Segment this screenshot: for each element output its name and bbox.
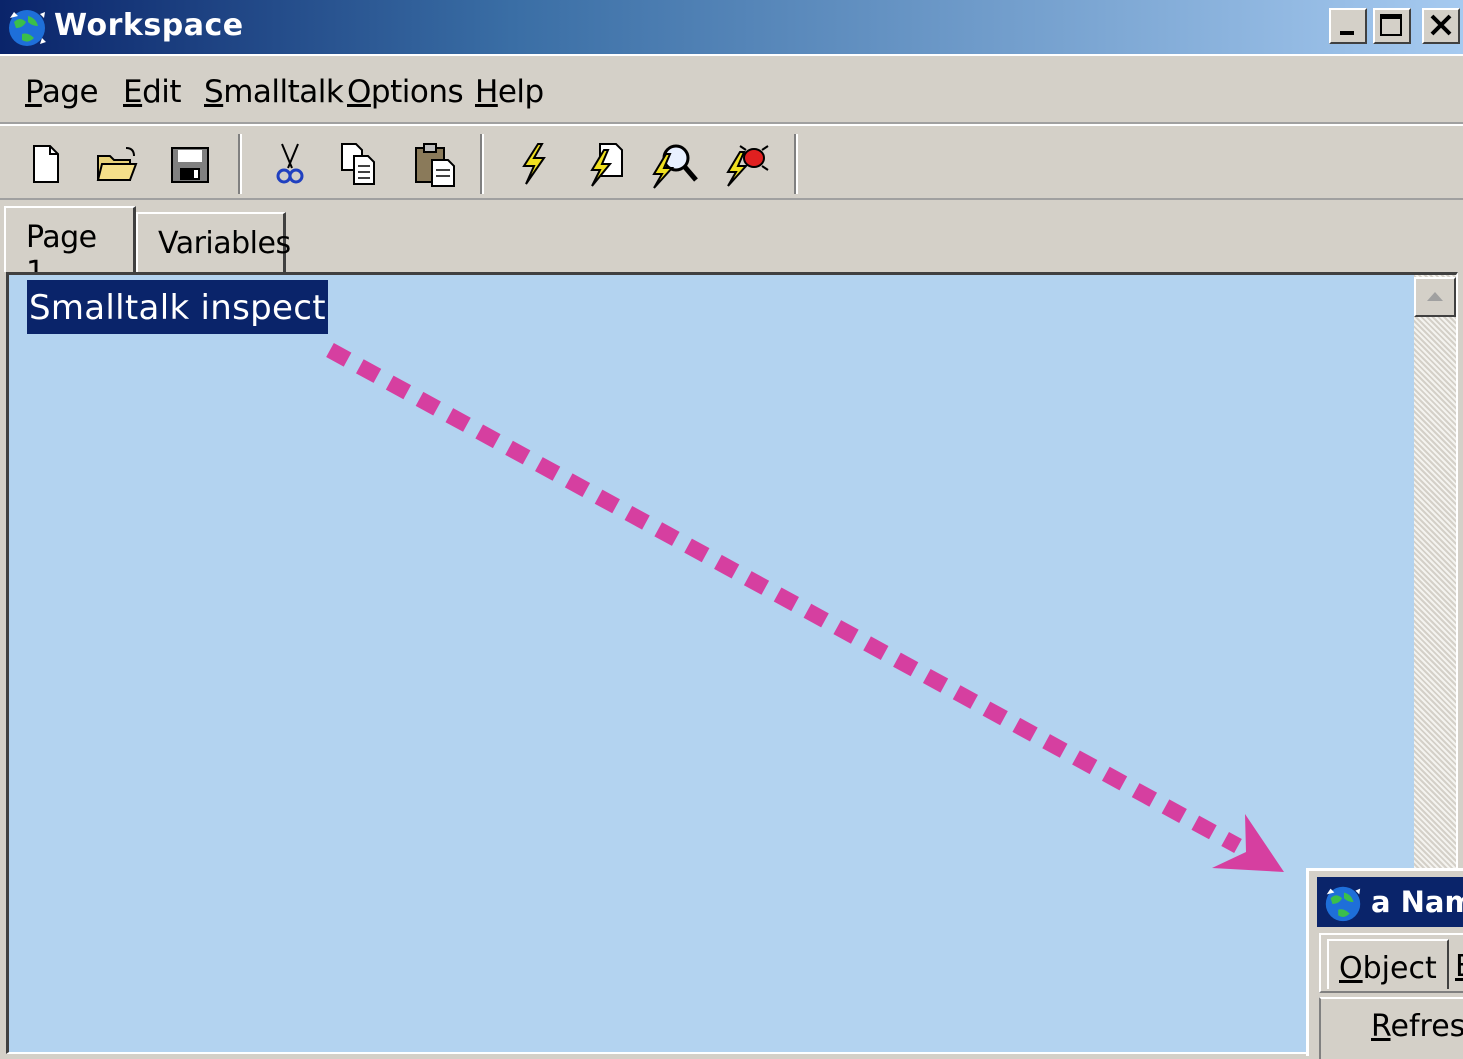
- cut-icon: [276, 143, 304, 184]
- minimize-icon: [1340, 31, 1354, 35]
- save-icon: [171, 147, 209, 183]
- tab-strip: Page 1 Variables: [0, 200, 1463, 290]
- toolbar-separator: [794, 134, 798, 194]
- save-button[interactable]: [164, 138, 216, 190]
- new-file-icon: [33, 145, 59, 183]
- open-folder-icon: [96, 147, 138, 181]
- menu-help[interactable]: Help: [475, 74, 544, 110]
- inspector-title-bar[interactable]: a Name: [1317, 877, 1463, 927]
- scroll-up-button[interactable]: [1414, 277, 1456, 317]
- title-bar[interactable]: Workspace: [0, 0, 1463, 54]
- paste-button[interactable]: [408, 138, 460, 190]
- toolbar-separator: [480, 134, 484, 194]
- menu-next[interactable]: E: [1455, 949, 1463, 984]
- smalltalk-globe-icon: [1325, 886, 1361, 922]
- inspector-window[interactable]: a Name Object E Refresh: [1306, 868, 1463, 1059]
- workspace-editor[interactable]: Smalltalk inspect: [6, 272, 1458, 1054]
- menu-object[interactable]: Object: [1327, 939, 1449, 989]
- debug-it-button[interactable]: [720, 138, 772, 190]
- minimize-button[interactable]: [1329, 8, 1367, 44]
- paste-icon: [415, 143, 455, 187]
- menu-page[interactable]: Page: [25, 74, 99, 110]
- copy-button[interactable]: [334, 138, 386, 190]
- toolbar-separator: [238, 134, 242, 194]
- inspector-toolbar: Refresh: [1319, 997, 1463, 1059]
- tab-variables[interactable]: Variables: [136, 212, 291, 272]
- up-arrow-icon: [1427, 292, 1443, 301]
- refresh-button[interactable]: Refresh: [1371, 1009, 1463, 1044]
- menu-bar: Page Edit Smalltalk Options Help: [0, 54, 1463, 124]
- maximize-icon: [1380, 14, 1402, 36]
- debug-it-icon: [726, 145, 769, 187]
- selected-code-text[interactable]: Smalltalk inspect: [27, 280, 328, 334]
- evaluate-icon: [522, 143, 546, 185]
- menu-smalltalk[interactable]: Smalltalk: [204, 74, 344, 110]
- inspector-title: a Name: [1371, 885, 1463, 919]
- menu-edit[interactable]: Edit: [123, 74, 182, 110]
- toolbar: [0, 124, 1463, 200]
- display-it-icon: [590, 143, 623, 187]
- maximize-button[interactable]: [1373, 8, 1411, 44]
- tab-page-1[interactable]: Page 1: [4, 206, 136, 290]
- new-button[interactable]: [20, 138, 72, 190]
- inspect-it-button[interactable]: [648, 138, 700, 190]
- open-button[interactable]: [92, 138, 144, 190]
- cut-button[interactable]: [264, 138, 316, 190]
- copy-icon: [341, 143, 375, 185]
- close-button[interactable]: [1422, 8, 1460, 44]
- inspect-it-icon: [652, 144, 698, 189]
- smalltalk-globe-icon: [9, 10, 46, 46]
- inspector-menu-bar: Object E: [1319, 933, 1463, 993]
- display-it-button[interactable]: [578, 138, 630, 190]
- window-title: Workspace: [54, 8, 244, 43]
- close-icon: [1430, 14, 1452, 36]
- menu-options[interactable]: Options: [347, 74, 464, 110]
- evaluate-button[interactable]: [506, 138, 558, 190]
- tab-label: Variables: [158, 226, 291, 261]
